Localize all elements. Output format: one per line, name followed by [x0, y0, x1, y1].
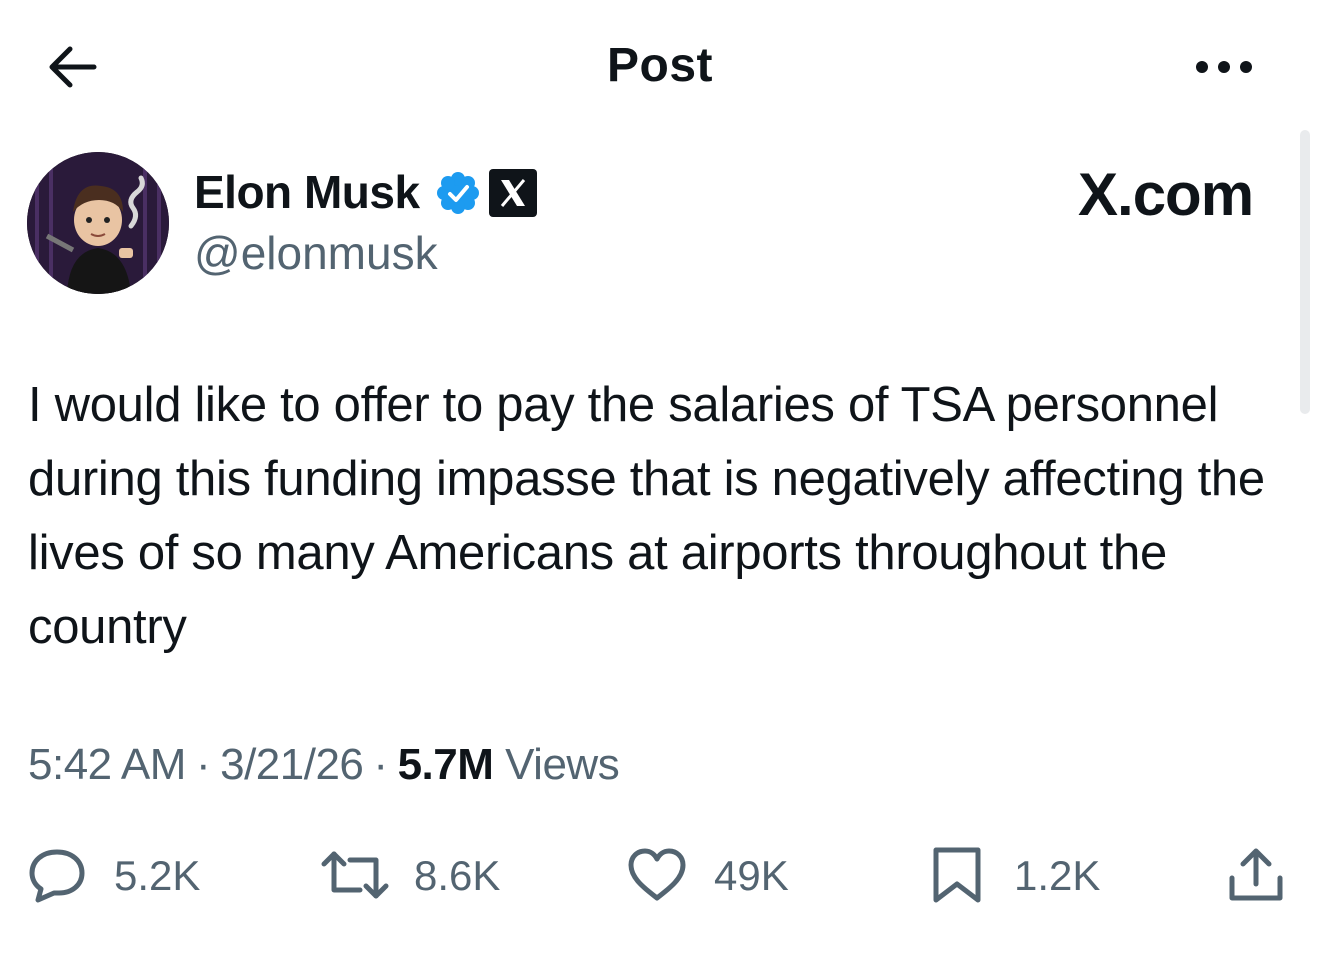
x-logo-icon[interactable] [488, 168, 538, 218]
more-options-button[interactable] [1192, 55, 1256, 79]
reply-icon [29, 849, 85, 903]
post-text: I would like to offer to pay the salarie… [28, 378, 1265, 654]
share-button[interactable] [1226, 840, 1286, 910]
like-count: 49K [714, 852, 789, 899]
post-time[interactable]: 5:42 AM [28, 740, 186, 789]
ellipsis-icon [1196, 61, 1252, 73]
verified-badge-icon [437, 172, 479, 214]
avatar[interactable] [27, 152, 169, 294]
repost-icon [321, 851, 389, 899]
author-display-name[interactable]: Elon Musk [194, 165, 420, 219]
post-date[interactable]: 3/21/26 [220, 740, 364, 789]
like-button[interactable]: 49K [626, 840, 806, 910]
bookmark-button[interactable]: 1.2K [930, 840, 1110, 910]
bookmark-icon [933, 847, 981, 903]
meta-separator: · [373, 740, 388, 789]
reply-button[interactable]: 5.2K [26, 840, 216, 910]
post-meta: 5:42 AM · 3/21/26 · 5.7M Views [28, 740, 620, 790]
page-title: Post [606, 39, 713, 92]
views-label[interactable]: Views [505, 740, 620, 789]
share-icon [1229, 848, 1283, 901]
author-handle[interactable]: @elonmusk [194, 226, 438, 280]
heart-icon [628, 848, 686, 901]
scrollbar[interactable] [1300, 130, 1310, 414]
reply-count: 5.2K [114, 852, 201, 899]
views-count[interactable]: 5.7M [398, 740, 494, 789]
bookmark-count: 1.2K [1014, 852, 1101, 899]
top-bar: Post [0, 0, 1320, 130]
meta-separator: · [195, 740, 211, 789]
repost-count: 8.6K [414, 852, 501, 899]
brand-watermark: X.com [1078, 161, 1254, 228]
action-bar: 5.2K 8.6K 49K 1.2K [0, 840, 1320, 910]
repost-button[interactable]: 8.6K [320, 840, 510, 910]
avatar-image [27, 152, 169, 294]
